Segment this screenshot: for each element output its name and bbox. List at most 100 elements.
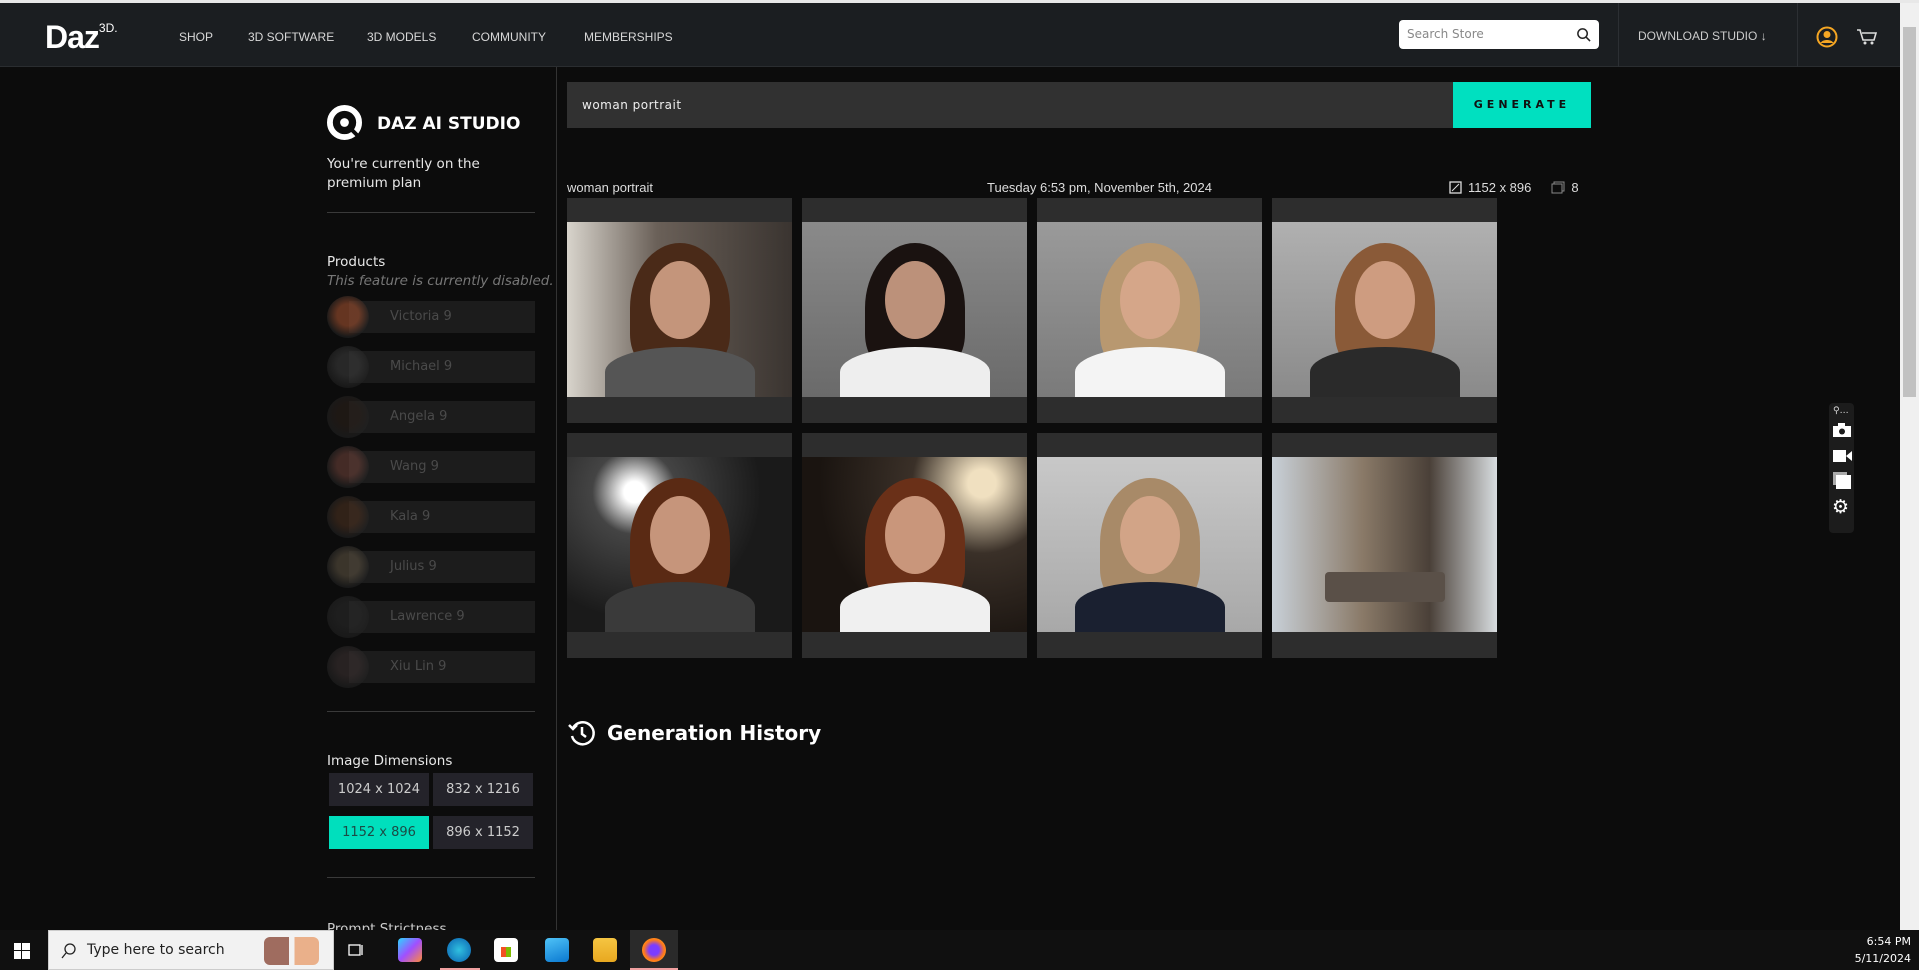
divider <box>327 212 535 213</box>
scrollbar-thumb[interactable] <box>1903 27 1916 397</box>
product-item: Lawrence 9 <box>327 596 535 638</box>
image-dimensions-label: Image Dimensions <box>327 753 453 769</box>
generated-image[interactable] <box>567 222 792 397</box>
generated-image[interactable] <box>1037 457 1262 632</box>
window-capture-icon[interactable] <box>1833 472 1851 489</box>
microsoft-store-icon[interactable] <box>494 938 518 962</box>
products-disabled-note: This feature is currently disabled. <box>327 273 554 289</box>
product-item: Julius 9 <box>327 546 535 588</box>
product-item: Michael 9 <box>327 346 535 388</box>
product-avatar <box>327 346 369 388</box>
product-bar <box>349 501 535 533</box>
system-clock[interactable]: 6:54 PM 5/11/2024 <box>1855 933 1911 967</box>
product-name: Kala 9 <box>390 509 431 524</box>
dimension-896x1152[interactable]: 896 x 1152 <box>433 816 533 849</box>
generated-image[interactable] <box>802 222 1027 397</box>
dimension-832x1216[interactable]: 832 x 1216 <box>433 773 533 806</box>
product-avatar <box>327 646 369 688</box>
prompt-input[interactable]: woman portrait <box>567 82 1453 128</box>
result-prompt: woman portrait <box>567 180 653 195</box>
product-name: Wang 9 <box>390 459 439 474</box>
product-avatar <box>327 296 369 338</box>
product-item: Kala 9 <box>327 496 535 538</box>
product-item: Xiu Lin 9 <box>327 646 535 688</box>
divider <box>327 877 535 878</box>
result-meta: 1152 x 896 8 <box>1449 180 1579 195</box>
nav-memberships[interactable]: MEMBERSHIPS <box>584 30 673 44</box>
product-avatar <box>327 496 369 538</box>
cart-icon[interactable] <box>1856 28 1878 46</box>
settings-gear-icon[interactable]: ⚙ <box>1832 497 1849 517</box>
generated-image[interactable] <box>1272 222 1497 397</box>
arrow-down-icon: ↓ <box>1760 29 1767 43</box>
product-item: Victoria 9 <box>327 296 535 338</box>
product-name: Julius 9 <box>390 559 437 574</box>
product-avatar <box>327 546 369 588</box>
product-avatar <box>327 446 369 488</box>
divider <box>1618 3 1619 67</box>
search-highlight-illustration <box>264 937 319 965</box>
products-label: Products <box>327 254 386 270</box>
edge-browser-icon[interactable] <box>447 938 471 962</box>
generated-image-tile[interactable] <box>802 198 1027 423</box>
page-scrollbar[interactable] <box>1900 3 1919 930</box>
product-avatar <box>327 596 369 638</box>
mail-icon[interactable] <box>545 938 569 962</box>
search-icon <box>61 943 76 959</box>
product-name: Angela 9 <box>390 409 448 424</box>
nav-3d-models[interactable]: 3D MODELS <box>367 30 436 44</box>
product-item: Wang 9 <box>327 446 535 488</box>
task-view-icon[interactable] <box>348 942 364 958</box>
divider <box>327 711 535 712</box>
link-more-icon[interactable]: ⚲… <box>1833 406 1849 416</box>
copilot-icon[interactable] <box>398 938 422 962</box>
product-bar <box>349 451 535 483</box>
search-store-input[interactable]: Search Store <box>1399 20 1599 49</box>
generated-image-tile[interactable] <box>802 433 1027 658</box>
generated-image[interactable] <box>567 457 792 632</box>
firefox-icon <box>642 938 666 962</box>
dimension-1152x896-selected[interactable]: 1152 x 896 <box>329 816 429 849</box>
video-camera-icon[interactable] <box>1833 450 1852 462</box>
product-name: Lawrence 9 <box>390 609 465 624</box>
generated-image[interactable] <box>1037 222 1262 397</box>
product-name: Michael 9 <box>390 359 453 374</box>
nav-community[interactable]: COMMUNITY <box>472 30 546 44</box>
dimension-1024x1024[interactable]: 1024 x 1024 <box>329 773 429 806</box>
history-icon <box>568 721 595 746</box>
generated-image[interactable] <box>1272 457 1497 632</box>
aspect-ratio-icon <box>1449 181 1462 194</box>
divider <box>1797 3 1798 67</box>
daz3d-logo[interactable]: Daz3D. <box>45 19 118 56</box>
camera-icon[interactable] <box>1833 423 1851 437</box>
firefox-taskbar-active[interactable] <box>630 930 678 970</box>
product-name: Victoria 9 <box>390 309 452 324</box>
generated-image-tile[interactable] <box>1037 433 1262 658</box>
nav-shop[interactable]: SHOP <box>179 30 213 44</box>
windows-taskbar: Type here to search 6:54 PM 5/11/2024 <box>0 930 1919 970</box>
plan-text: You're currently on the premium plan <box>327 156 480 191</box>
search-icon[interactable] <box>1576 27 1591 42</box>
result-dimensions: 1152 x 896 <box>1468 180 1532 195</box>
generated-image-tile[interactable] <box>1272 433 1497 658</box>
generated-image[interactable] <box>802 457 1027 632</box>
user-account-icon[interactable] <box>1816 26 1838 48</box>
taskbar-search-input[interactable]: Type here to search <box>48 930 334 970</box>
download-studio-button[interactable]: DOWNLOAD STUDIO ↓ <box>1638 29 1767 43</box>
generated-image-tile[interactable] <box>567 198 792 423</box>
result-count: 8 <box>1571 180 1579 195</box>
prompt-strictness-label: Prompt Strictness <box>327 921 447 930</box>
sidebar-divider <box>556 67 557 930</box>
generate-button[interactable]: GENERATE <box>1453 82 1591 128</box>
result-timestamp: Tuesday 6:53 pm, November 5th, 2024 <box>987 180 1212 195</box>
generated-image-tile[interactable] <box>1037 198 1262 423</box>
generated-image-tile[interactable] <box>567 433 792 658</box>
nav-3d-software[interactable]: 3D SOFTWARE <box>248 30 334 44</box>
generated-image-tile[interactable] <box>1272 198 1497 423</box>
daz-ai-studio-logo-icon <box>327 105 362 140</box>
capture-toolbar: ⚲… ⚙ <box>1829 403 1854 533</box>
file-explorer-icon[interactable] <box>593 938 617 962</box>
windows-start-icon[interactable] <box>14 943 30 959</box>
image-count-icon <box>1551 181 1565 194</box>
generation-history-heading: Generation History <box>567 718 821 748</box>
